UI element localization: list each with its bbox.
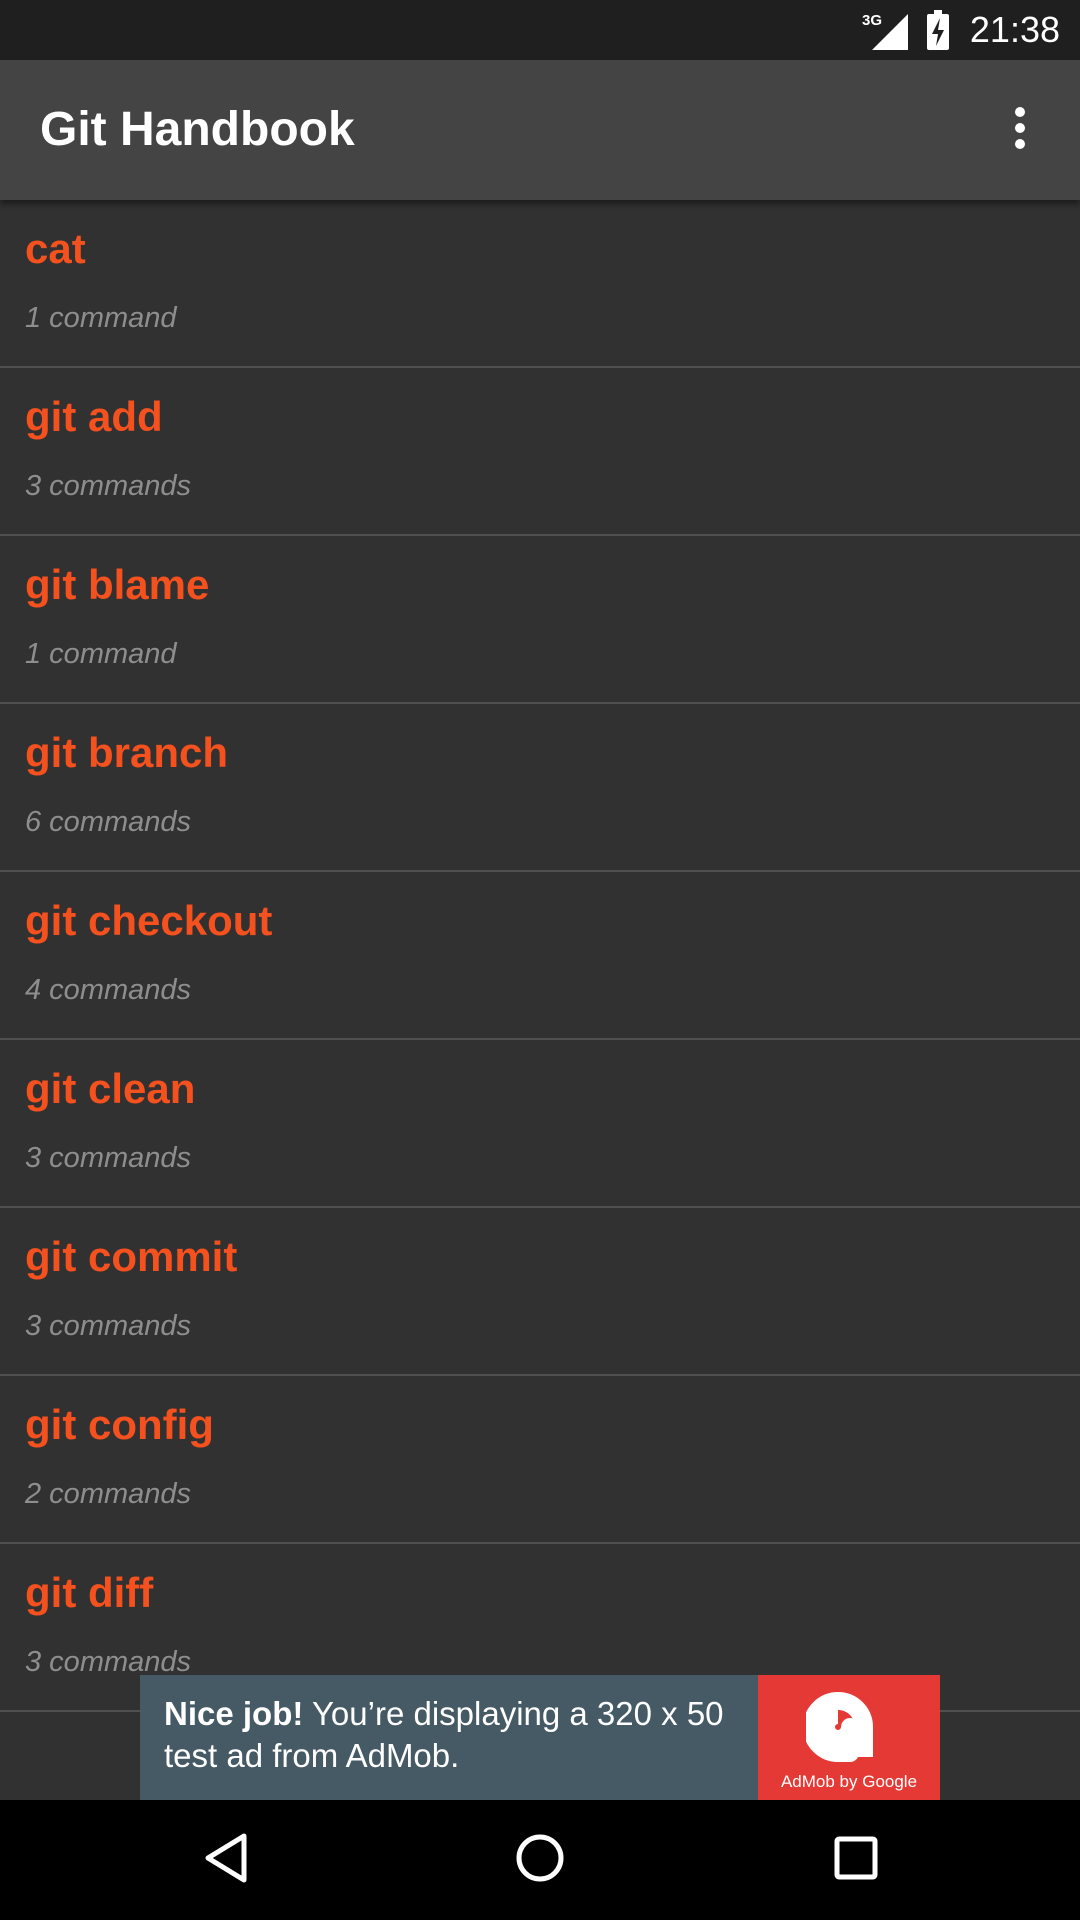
status-icons: 3G 21:38 xyxy=(862,0,1060,60)
back-icon xyxy=(202,1832,250,1889)
command-count: 1 command xyxy=(25,302,177,334)
ad-text: Nice job! You’re displaying a 320 x 50 t… xyxy=(164,1693,754,1777)
command-count: 3 commands xyxy=(25,1646,192,1678)
command-name: git branch xyxy=(25,729,229,776)
navigation-bar xyxy=(0,1800,1080,1920)
command-name: git blame xyxy=(25,561,210,608)
app-bar: Git Handbook xyxy=(0,60,1080,200)
recents-icon xyxy=(832,1834,880,1887)
command-count: 3 commands xyxy=(25,470,192,502)
ad-logo-box: AdMob by Google xyxy=(758,1675,940,1800)
back-button[interactable] xyxy=(178,1820,274,1900)
command-count: 2 commands xyxy=(25,1478,192,1510)
recents-button[interactable] xyxy=(808,1820,904,1900)
command-name: cat xyxy=(25,225,86,272)
screen: 3G 21:38 Git Handbook cat 1 command git … xyxy=(0,0,1080,1920)
list-item[interactable]: git clean 3 commands xyxy=(0,1040,1080,1208)
list-item[interactable]: git checkout 4 commands xyxy=(0,872,1080,1040)
list-item[interactable]: git commit 3 commands xyxy=(0,1208,1080,1376)
list-item[interactable]: git branch 6 commands xyxy=(0,704,1080,872)
admob-logo-icon xyxy=(803,1687,892,1768)
list-item[interactable]: git blame 1 command xyxy=(0,536,1080,704)
command-list: cat 1 command git add 3 commands git bla… xyxy=(0,200,1080,1712)
list-item[interactable]: cat 1 command xyxy=(0,200,1080,368)
command-count: 3 commands xyxy=(25,1142,192,1174)
overflow-menu-button[interactable] xyxy=(980,90,1060,170)
command-count: 4 commands xyxy=(25,974,192,1006)
ad-banner[interactable]: Nice job! You’re displaying a 320 x 50 t… xyxy=(140,1675,940,1800)
list-item[interactable]: git config 2 commands xyxy=(0,1376,1080,1544)
list-item[interactable]: git add 3 commands xyxy=(0,368,1080,536)
command-name: git diff xyxy=(25,1569,154,1616)
status-time: 21:38 xyxy=(969,9,1060,50)
status-bar: 3G 21:38 xyxy=(0,0,1080,60)
command-count: 6 commands xyxy=(25,806,192,838)
signal-icon: 3G xyxy=(862,10,910,50)
command-name: git add xyxy=(25,393,163,440)
command-name: git checkout xyxy=(25,897,273,944)
command-count: 1 command xyxy=(25,638,177,670)
command-count: 3 commands xyxy=(25,1310,192,1342)
command-name: git commit xyxy=(25,1233,238,1280)
ad-headline: Nice job! xyxy=(164,1695,304,1732)
more-vert-icon xyxy=(1012,106,1028,155)
app-title: Git Handbook xyxy=(40,103,355,156)
home-icon xyxy=(514,1832,566,1889)
ad-brand: AdMob by Google xyxy=(780,1772,918,1791)
home-button[interactable] xyxy=(492,1820,588,1900)
network-type-label: 3G xyxy=(862,12,882,29)
command-name: git config xyxy=(25,1401,214,1448)
command-name: git clean xyxy=(25,1065,196,1112)
battery-icon xyxy=(926,10,950,50)
